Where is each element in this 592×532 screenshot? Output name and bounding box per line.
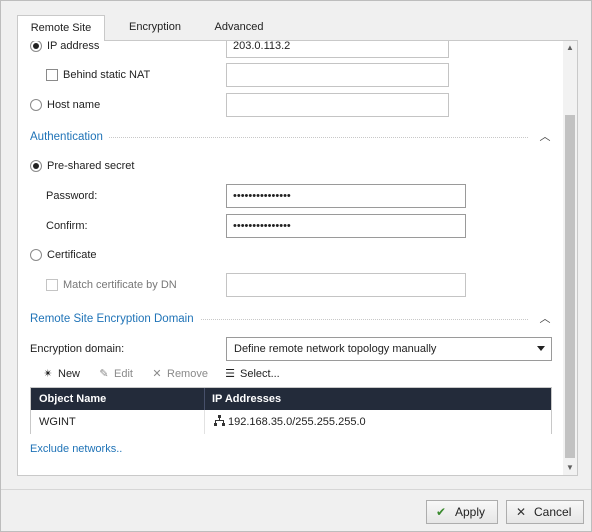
host-name-input[interactable] (226, 93, 449, 117)
ip-address-option[interactable]: IP address (30, 40, 210, 57)
certificate-option[interactable]: Certificate (30, 244, 180, 266)
chevron-up-icon[interactable]: ︿ (538, 310, 552, 328)
vertical-scrollbar[interactable]: ▲ ▼ (563, 41, 577, 475)
list-select-icon: ☰ (225, 368, 235, 380)
match-dn-label: Match certificate by DN (63, 279, 177, 291)
tab-encryption[interactable]: Encryption (111, 15, 199, 41)
column-ip-addresses[interactable]: IP Addresses (212, 388, 281, 410)
apply-button[interactable]: ✔ Apply (426, 500, 498, 524)
ip-address-radio[interactable] (30, 41, 42, 52)
encryption-domain-section-header: Remote Site Encryption Domain ︿ (30, 310, 552, 328)
row-ip-address: 192.168.35.0/255.255.255.0 (228, 416, 366, 428)
edit-label: Edit (114, 368, 133, 380)
select-label: Select... (240, 368, 280, 380)
domain-table: Object Name IP Addresses WGINT 192.168.3… (30, 387, 552, 434)
exclude-networks-link[interactable]: Exclude networks.. (30, 441, 122, 457)
column-object-name[interactable]: Object Name (39, 388, 106, 410)
match-dn-checkbox[interactable] (46, 279, 58, 291)
static-nat-checkbox[interactable] (46, 69, 58, 81)
ip-address-label: IP address (47, 40, 100, 52)
row-object-name: WGINT (39, 416, 76, 428)
scroll-up-icon[interactable]: ▲ (563, 41, 577, 55)
match-dn-input[interactable] (226, 273, 466, 297)
new-label: New (58, 368, 81, 380)
authentication-title: Authentication (30, 128, 109, 146)
table-row[interactable]: WGINT 192.168.35.0/255.255.255.0 (31, 410, 551, 434)
dialog-window: Remote Site Encryption Advanced IP addre… (0, 0, 592, 532)
remove-label: Remove (167, 368, 208, 380)
chevron-up-icon[interactable]: ︿ (538, 128, 552, 146)
tab-remote-site[interactable]: Remote Site (17, 15, 105, 41)
x-icon: ✕ (152, 368, 162, 380)
pre-shared-secret-option[interactable]: Pre-shared secret (30, 155, 210, 177)
scroll-down-icon[interactable]: ▼ (563, 461, 577, 475)
match-dn-option[interactable]: Match certificate by DN (46, 274, 221, 296)
apply-label: Apply (455, 505, 486, 519)
column-separator (204, 410, 205, 434)
encryption-domain-selected: Define remote network topology manually (234, 343, 437, 355)
static-nat-label: Behind static NAT (63, 69, 151, 81)
network-icon (214, 410, 225, 434)
certificate-label: Certificate (47, 249, 97, 261)
encryption-domain-title: Remote Site Encryption Domain (30, 310, 200, 328)
cancel-button[interactable]: ✕ Cancel (506, 500, 584, 524)
close-icon: ✕ (516, 505, 527, 519)
encryption-domain-select[interactable]: Define remote network topology manually (226, 337, 552, 361)
certificate-radio[interactable] (30, 249, 42, 261)
pre-shared-secret-label: Pre-shared secret (47, 160, 135, 172)
panel-content: IP address 203.0.113.2 Behind static NAT… (18, 41, 564, 475)
tab-advanced[interactable]: Advanced (195, 15, 283, 41)
confirm-label: Confirm: (46, 220, 88, 232)
password-input[interactable]: ••••••••••••••• (226, 184, 466, 208)
scroll-thumb[interactable] (565, 115, 575, 458)
confirm-input[interactable]: ••••••••••••••• (226, 214, 466, 238)
ip-address-input[interactable]: 203.0.113.2 (226, 41, 449, 58)
column-separator (204, 388, 205, 410)
cancel-label: Cancel (534, 505, 572, 519)
tab-panel-remote-site: IP address 203.0.113.2 Behind static NAT… (17, 40, 578, 476)
encryption-domain-label: Encryption domain: (30, 343, 125, 355)
pre-shared-secret-radio[interactable] (30, 160, 42, 172)
host-name-label: Host name (47, 99, 101, 111)
pencil-icon: ✎ (99, 368, 109, 380)
chevron-down-icon[interactable] (537, 346, 545, 351)
sparkle-icon: ✴ (43, 368, 53, 380)
static-nat-option[interactable]: Behind static NAT (46, 64, 216, 86)
host-name-radio[interactable] (30, 99, 42, 111)
password-label: Password: (46, 190, 98, 202)
checkmark-icon: ✔ (436, 505, 447, 519)
table-header: Object Name IP Addresses (31, 388, 551, 410)
static-nat-input[interactable] (226, 63, 449, 87)
footer-divider (1, 489, 591, 490)
authentication-section-header: Authentication ︿ (30, 128, 552, 146)
host-name-option[interactable]: Host name (30, 94, 180, 116)
